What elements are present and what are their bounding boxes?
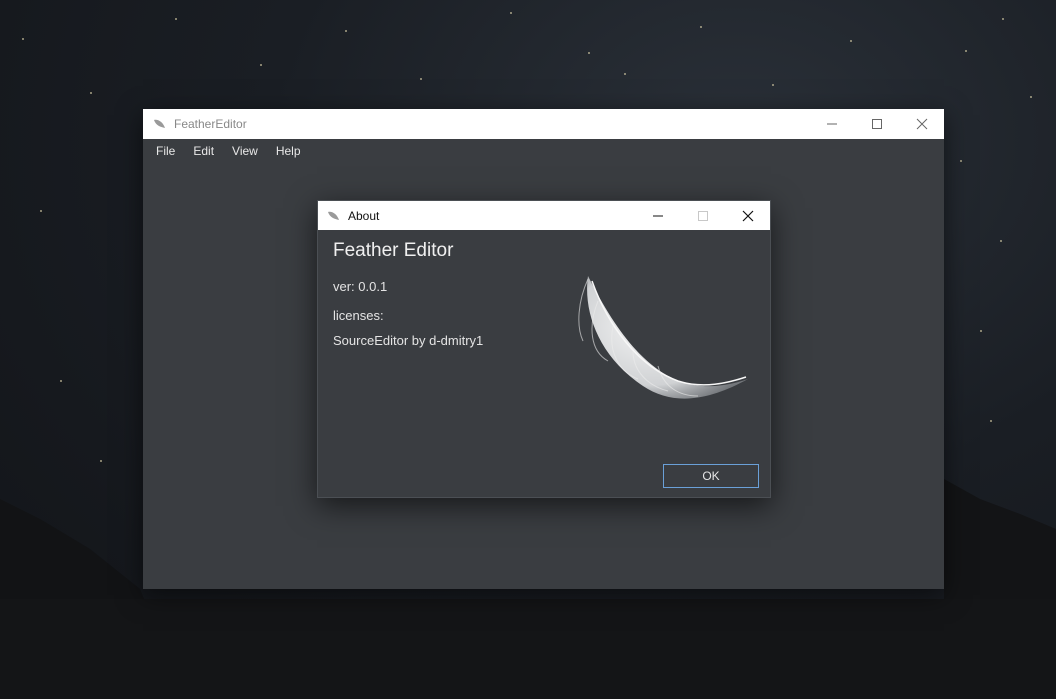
version-text: ver: 0.0.1: [333, 279, 388, 294]
minimize-icon: [652, 215, 663, 216]
dialog-close-button[interactable]: [725, 201, 770, 230]
about-dialog: About Feather Editor ver: 0.0.1 licenses…: [317, 200, 771, 498]
dialog-maximize-button: [680, 201, 725, 230]
minimize-button[interactable]: [809, 109, 854, 139]
menu-help[interactable]: Help: [267, 142, 310, 160]
main-titlebar[interactable]: FeatherEditor: [143, 109, 944, 139]
window-title: FeatherEditor: [174, 117, 247, 131]
menu-edit[interactable]: Edit: [184, 142, 223, 160]
ok-button[interactable]: OK: [663, 464, 759, 488]
minimize-icon: [826, 123, 837, 125]
menu-bar: File Edit View Help: [143, 139, 944, 163]
maximize-button[interactable]: [854, 109, 899, 139]
licenses-label: licenses:: [333, 308, 384, 323]
license-entry: SourceEditor by d-dmitry1: [333, 333, 484, 348]
feather-logo: [578, 276, 748, 399]
menu-view[interactable]: View: [223, 142, 267, 160]
maximize-icon: [871, 119, 882, 129]
dialog-titlebar[interactable]: About: [318, 201, 770, 230]
close-icon: [916, 118, 927, 130]
dialog-title: About: [348, 208, 380, 223]
feather-icon: [152, 117, 166, 131]
dialog-minimize-button[interactable]: [635, 201, 680, 230]
menu-file[interactable]: File: [147, 142, 184, 160]
about-heading: Feather Editor: [333, 240, 454, 261]
maximize-icon: [697, 210, 708, 221]
close-button[interactable]: [899, 109, 944, 139]
close-icon: [742, 210, 753, 221]
feather-icon: [326, 209, 340, 223]
